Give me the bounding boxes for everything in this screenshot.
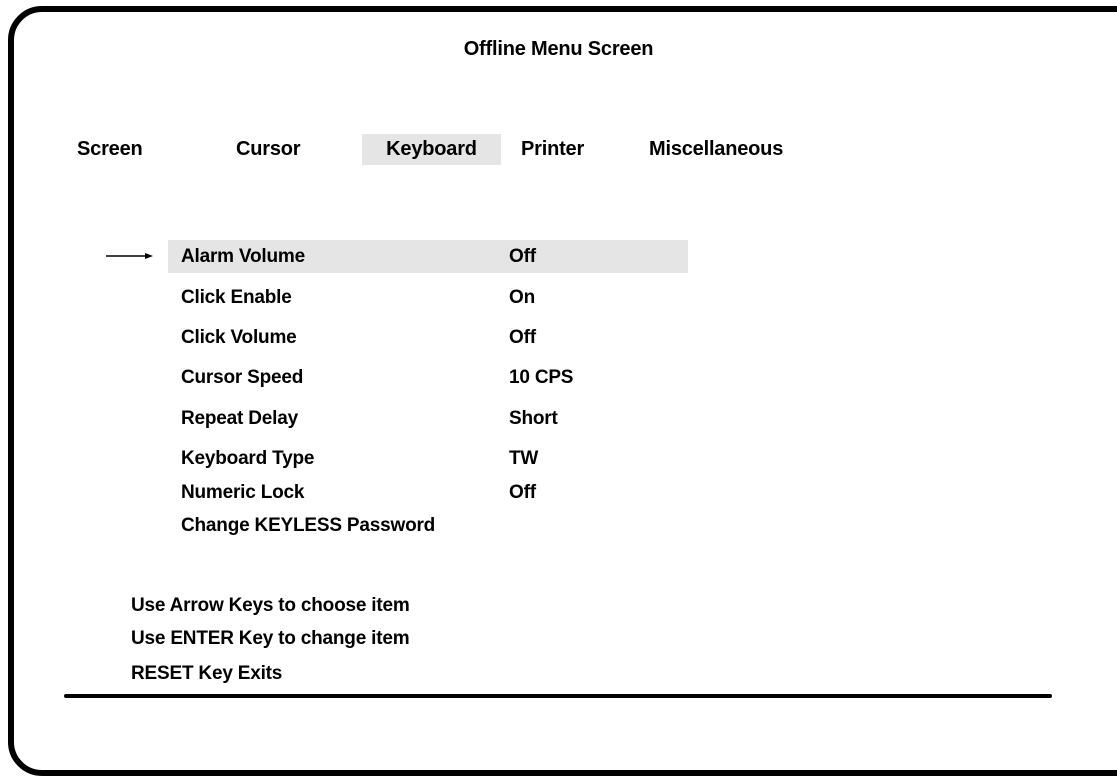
menu-item-change-keyless-password[interactable]: Change KEYLESS Password <box>181 515 435 537</box>
menu-value-repeat-delay: Short <box>509 408 558 429</box>
menu-item-alarm-volume[interactable]: Alarm Volume <box>181 246 305 268</box>
tab-keyboard[interactable]: Keyboard <box>362 134 501 165</box>
help-reset-key: RESET Key Exits <box>131 663 283 684</box>
menu-value-alarm-volume: Off <box>509 246 536 267</box>
menu-value-numeric-lock: Off <box>509 482 536 503</box>
right-arrow-icon <box>106 253 153 259</box>
bottom-divider <box>64 694 1052 698</box>
tab-printer[interactable]: Printer <box>521 134 584 165</box>
tab-miscellaneous[interactable]: Miscellaneous <box>649 134 783 165</box>
menu-item-click-volume[interactable]: Click Volume <box>181 327 297 349</box>
menu-item-keyboard-type[interactable]: Keyboard Type <box>181 448 314 470</box>
help-arrow-keys: Use Arrow Keys to choose item <box>131 595 410 616</box>
menu-item-cursor-speed[interactable]: Cursor Speed <box>181 367 303 389</box>
menu-value-cursor-speed: 10 CPS <box>509 367 574 388</box>
tab-cursor[interactable]: Cursor <box>236 134 301 165</box>
tab-screen[interactable]: Screen <box>77 134 143 165</box>
menu-value-keyboard-type: TW <box>509 448 539 469</box>
menu-item-click-enable[interactable]: Click Enable <box>181 287 292 309</box>
menu-value-click-enable: On <box>509 287 535 308</box>
menu-item-repeat-delay[interactable]: Repeat Delay <box>181 408 298 430</box>
menu-item-numeric-lock[interactable]: Numeric Lock <box>181 482 304 504</box>
help-enter-key: Use ENTER Key to change item <box>131 628 410 649</box>
menu-value-click-volume: Off <box>509 327 536 348</box>
page-title: Offline Menu Screen <box>463 38 654 60</box>
screen-frame <box>8 6 1117 776</box>
